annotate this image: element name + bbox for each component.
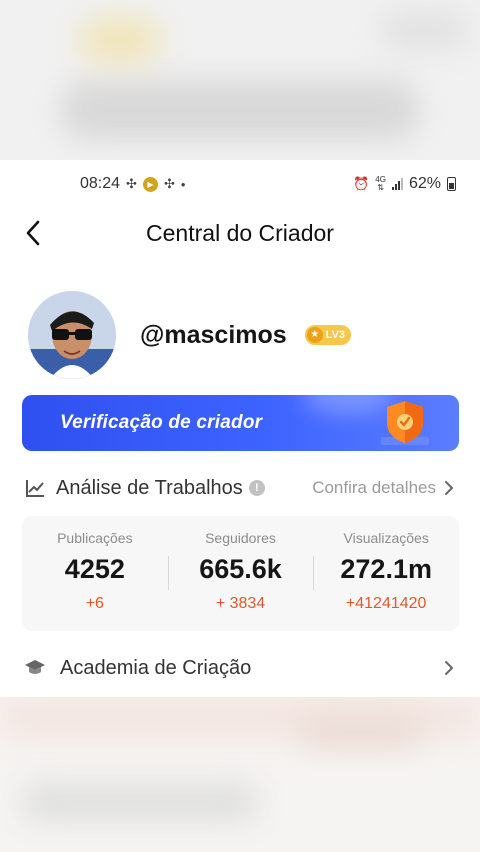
blurred-background-bottom [0, 697, 480, 852]
graduation-cap-icon [24, 657, 46, 679]
banner-text: Verificação de criador [60, 412, 263, 433]
signal-icon [391, 178, 403, 190]
chevron-left-icon[interactable] [18, 218, 48, 248]
pinwheel-icon: ✣ [163, 176, 175, 191]
blurred-background-top [0, 0, 480, 160]
stat-publications[interactable]: Publicações 4252 +6 [22, 516, 168, 631]
alarm-icon: ⏰ [353, 176, 370, 191]
stat-views[interactable]: Visualizações 272.1m +41241420 [313, 516, 459, 631]
creator-verification-banner[interactable]: Verificação de criador [22, 395, 459, 451]
network-indicator: 4G ⇅ [375, 175, 386, 192]
chevron-right-icon [445, 481, 453, 495]
trend-chart-icon [24, 477, 46, 499]
see-details-link[interactable]: Confira detalhes [312, 478, 454, 498]
stat-value: 4252 [64, 554, 125, 584]
page-title: Central do Criador [146, 219, 334, 246]
dot-icon: • [180, 176, 186, 192]
work-analysis-header: Análise de Trabalhos ! Confira detalhes [24, 472, 454, 504]
pinwheel-icon: ✣ [126, 176, 137, 191]
stat-delta: +41241420 [345, 595, 427, 612]
stat-value: 272.1m [340, 554, 432, 584]
stat-delta: +6 [85, 595, 104, 612]
username: @mascimos [140, 320, 287, 349]
shield-icon [377, 397, 433, 451]
level-badge: ★ LV3 [304, 325, 352, 345]
battery-icon [447, 177, 456, 191]
status-time: 08:24 [80, 175, 121, 192]
info-icon[interactable]: ! [248, 480, 265, 496]
battery-percent: 62% [408, 175, 441, 192]
stat-value: 665.6k [199, 554, 282, 584]
stat-label: Visualizações [343, 530, 429, 546]
stat-delta: + 3834 [215, 595, 266, 612]
section-title: Análise de Trabalhos [56, 476, 243, 499]
star-icon: ★ [306, 327, 323, 343]
status-bar: 08:24 ✣ ▶ ✣ • ⏰ 4G ⇅ 62% [0, 160, 480, 208]
profile-section: @mascimos ★ LV3 [28, 291, 352, 379]
chevron-right-icon [445, 661, 453, 675]
stat-followers[interactable]: Seguidores 665.6k + 3834 [167, 516, 314, 631]
creation-academy-row[interactable]: Academia de Criação [24, 650, 454, 686]
stats-card: Publicações 4252 +6 Seguidores 665.6k + … [22, 516, 459, 631]
stat-label: Publicações [57, 530, 133, 546]
youtube-icon: ▶ [142, 176, 158, 192]
stat-label: Seguidores [205, 530, 276, 546]
app-header: Central do Criador [0, 208, 480, 258]
avatar[interactable] [28, 291, 116, 379]
section-title: Academia de Criação [60, 656, 252, 679]
